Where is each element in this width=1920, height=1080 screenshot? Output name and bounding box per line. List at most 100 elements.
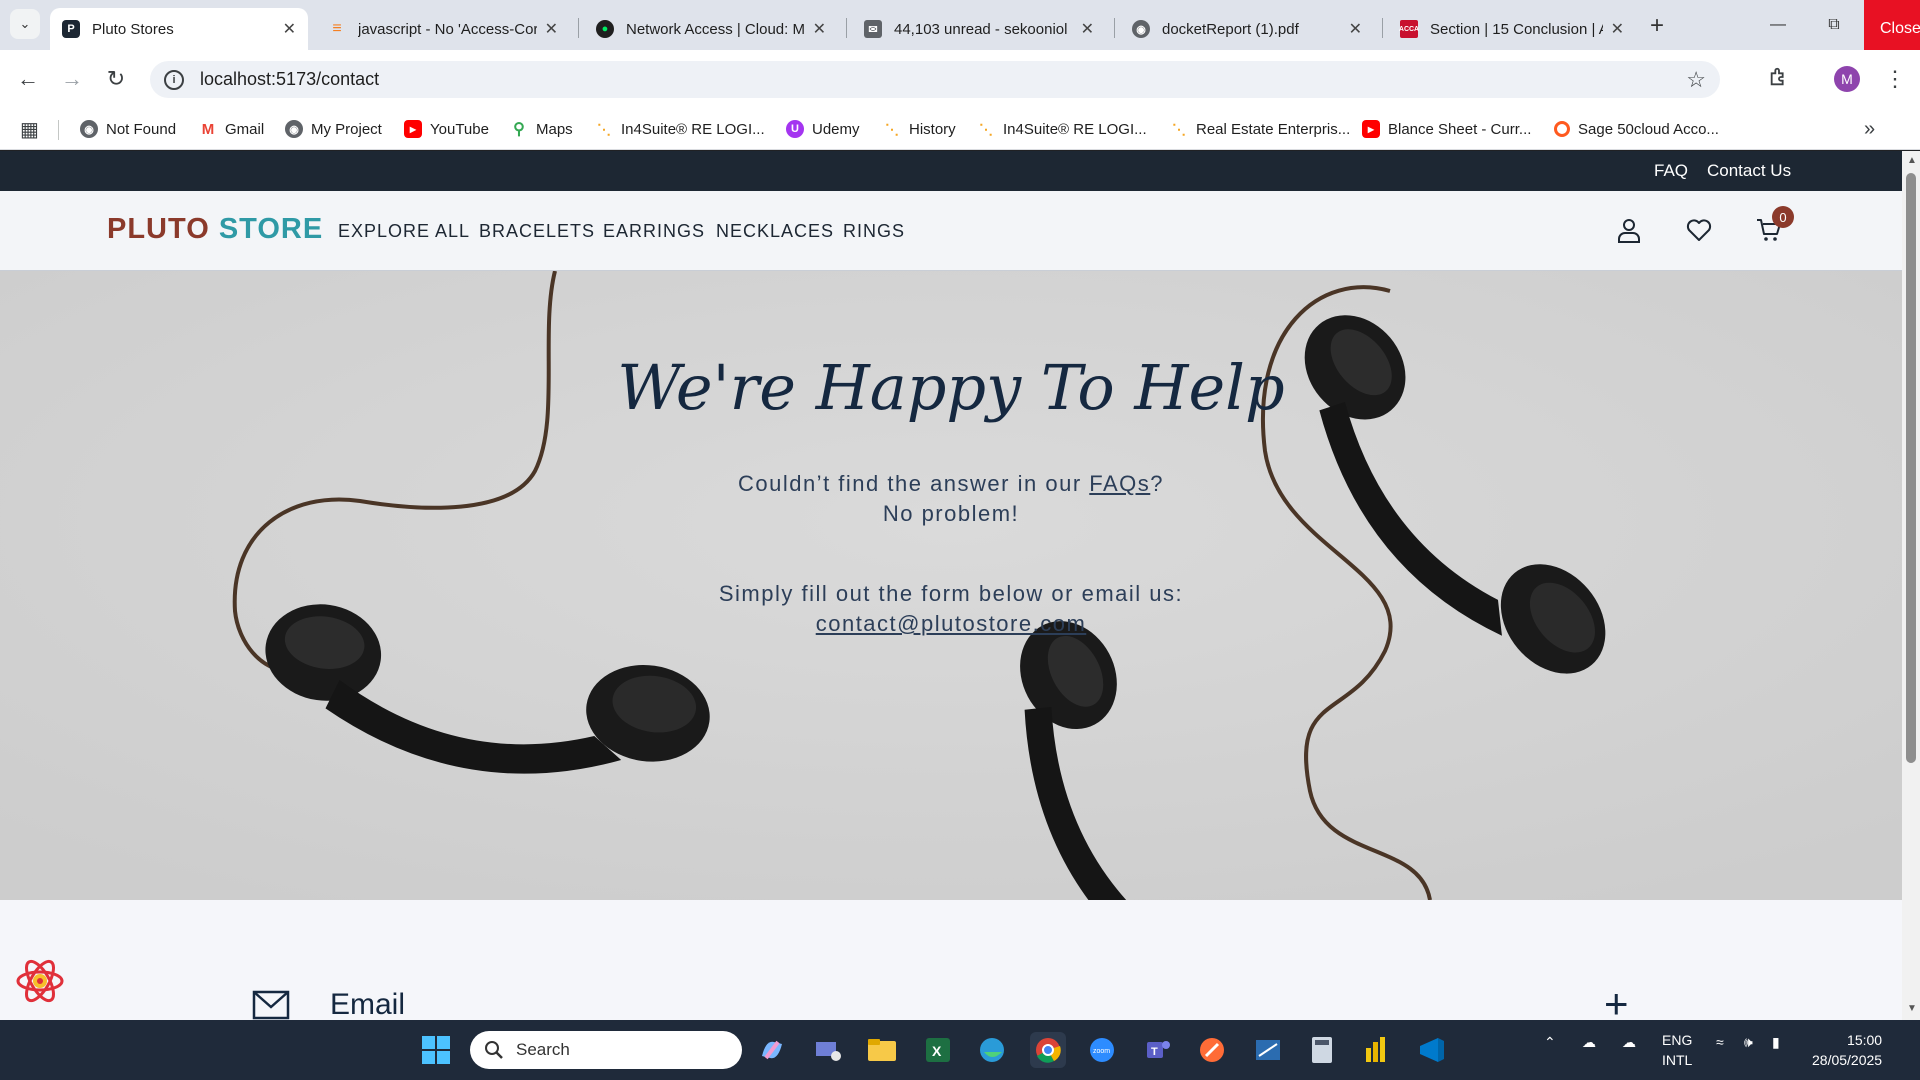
- bookmark-item[interactable]: ⋱ In4Suite® RE LOGI...: [595, 116, 765, 142]
- tab-docket-pdf[interactable]: ◉ docketReport (1).pdf ✕: [1120, 8, 1374, 50]
- tab-mongodb[interactable]: ● Network Access | Cloud: M ✕: [584, 8, 838, 50]
- minimize-button[interactable]: —: [1750, 0, 1806, 50]
- hero-title: We're Happy To Help: [617, 351, 1285, 424]
- postman-icon[interactable]: [1194, 1032, 1230, 1068]
- site-logo[interactable]: PLUTO STORE: [107, 213, 323, 246]
- onedrive-icon[interactable]: ☁: [1582, 1034, 1596, 1051]
- bookmark-item[interactable]: ◉ My Project: [285, 116, 382, 142]
- bookmark-item[interactable]: ◉ Not Found: [80, 116, 176, 142]
- close-icon[interactable]: ✕: [545, 19, 558, 39]
- url-text[interactable]: localhost:5173/contact: [200, 69, 379, 90]
- teams-meet-icon[interactable]: [810, 1032, 846, 1068]
- vscode-icon[interactable]: [1414, 1032, 1450, 1068]
- tab-stackoverflow[interactable]: ≡ javascript - No 'Access-Cor ✕: [316, 8, 570, 50]
- tab-pluto-stores[interactable]: P Pluto Stores ✕: [50, 8, 308, 50]
- bookmark-item[interactable]: ▶ Blance Sheet - Curr...: [1362, 116, 1531, 142]
- sage-icon: [1554, 121, 1570, 137]
- globe-icon: ◉: [80, 120, 98, 138]
- close-icon[interactable]: ✕: [813, 19, 826, 39]
- bookmark-label: In4Suite® RE LOGI...: [621, 120, 765, 138]
- user-icon[interactable]: [1614, 215, 1644, 245]
- wifi-icon[interactable]: ≈: [1716, 1034, 1724, 1050]
- calculator-icon[interactable]: [1304, 1032, 1340, 1068]
- show-hidden-icons-chevron-icon[interactable]: ⌃: [1544, 1034, 1556, 1051]
- system-clock[interactable]: 15:00 28/05/2025: [1812, 1030, 1882, 1070]
- close-icon[interactable]: ✕: [1349, 19, 1362, 39]
- address-bar[interactable]: i localhost:5173/contact ☆: [150, 61, 1720, 98]
- close-icon[interactable]: ✕: [1081, 19, 1094, 39]
- edge-icon[interactable]: [974, 1032, 1010, 1068]
- restore-button[interactable]: ⧉: [1806, 0, 1862, 50]
- bookmark-item[interactable]: ⋱ In4Suite® RE LOGI...: [977, 116, 1147, 142]
- nav-rings[interactable]: RINGS: [843, 221, 905, 242]
- faq-link[interactable]: FAQ: [1654, 161, 1688, 181]
- scroll-up-arrow-icon[interactable]: ▲: [1907, 155, 1917, 166]
- faq-inline-link[interactable]: FAQs: [1089, 471, 1150, 496]
- powerbi-icon[interactable]: [1358, 1032, 1394, 1068]
- email-accordion-label[interactable]: Email: [330, 988, 405, 1020]
- bookmark-star-icon[interactable]: ☆: [1686, 67, 1706, 93]
- expand-plus-icon[interactable]: +: [1604, 980, 1629, 1020]
- copilot-icon[interactable]: [754, 1032, 790, 1068]
- hero-email-line: contact@plutostore.com: [0, 611, 1902, 637]
- battery-icon[interactable]: ▮: [1772, 1034, 1780, 1051]
- bookmark-item[interactable]: ⋱ Real Estate Enterpris...: [1170, 116, 1350, 142]
- file-explorer-icon[interactable]: [864, 1032, 900, 1068]
- teams-icon[interactable]: T: [1140, 1032, 1176, 1068]
- chart-sparkle-icon: ⋱: [597, 120, 611, 137]
- bookmark-item[interactable]: U Udemy: [786, 116, 860, 142]
- contact-us-link[interactable]: Contact Us: [1707, 161, 1791, 181]
- site-info-icon[interactable]: i: [164, 69, 184, 90]
- ssms-icon[interactable]: [1250, 1032, 1286, 1068]
- tab-title: javascript - No 'Access-Cor: [358, 20, 537, 38]
- bookmark-label: Real Estate Enterpris...: [1196, 120, 1351, 138]
- tab-search-button[interactable]: ⌄: [10, 9, 40, 39]
- bookmark-item[interactable]: Sage 50cloud Acco...: [1554, 116, 1719, 142]
- react-devtools-icon[interactable]: [14, 955, 66, 1007]
- cloud-sync-icon[interactable]: ☁: [1622, 1034, 1636, 1051]
- new-tab-button[interactable]: +: [1650, 12, 1664, 40]
- close-icon[interactable]: ✕: [283, 19, 296, 39]
- bookmark-label: Udemy: [812, 120, 860, 138]
- tab-acca[interactable]: ACCA Section | 15 Conclusion | A ✕: [1388, 8, 1636, 50]
- excel-icon[interactable]: X: [920, 1032, 956, 1068]
- language-indicator[interactable]: ENG INTL: [1662, 1030, 1692, 1070]
- arrow-right-icon: →: [61, 66, 83, 91]
- nav-bracelets[interactable]: BRACELETS: [479, 221, 595, 242]
- window-close-button[interactable]: Close: [1864, 0, 1920, 50]
- forward-button[interactable]: →: [56, 63, 88, 95]
- more-bookmarks-button[interactable]: »: [1864, 116, 1875, 142]
- search-icon: [485, 1041, 503, 1059]
- logo-part-2: STORE: [218, 213, 324, 245]
- bookmark-item[interactable]: ⋱ History: [883, 116, 956, 142]
- apps-grid-button[interactable]: ▦: [20, 116, 39, 142]
- scroll-down-arrow-icon[interactable]: ▼: [1907, 1003, 1917, 1014]
- close-icon[interactable]: ✕: [1611, 19, 1624, 39]
- tab-divider: [1382, 18, 1383, 38]
- chrome-icon[interactable]: [1030, 1032, 1066, 1068]
- youtube-icon: ▶: [1362, 120, 1380, 138]
- page-scrollbar[interactable]: ▲ ▼: [1902, 151, 1920, 1020]
- windows-start-icon[interactable]: [418, 1032, 454, 1068]
- tab-mail[interactable]: ✉ 44,103 unread - sekooniol ✕: [852, 8, 1106, 50]
- menu-kebab-icon[interactable]: ⋮: [1884, 66, 1906, 92]
- nav-necklaces[interactable]: NECKLACES: [716, 221, 834, 242]
- hero-line-no-problem: No problem!: [882, 501, 1020, 526]
- zoom-icon[interactable]: zoom: [1084, 1032, 1120, 1068]
- extensions-icon[interactable]: [1768, 66, 1790, 94]
- scrollbar-thumb[interactable]: [1906, 173, 1916, 763]
- nav-explore-all[interactable]: EXPLORE ALL: [338, 221, 470, 242]
- heart-icon[interactable]: [1684, 215, 1714, 245]
- chevron-down-icon: ⌄: [19, 16, 31, 31]
- bookmark-item[interactable]: ⚲ Maps: [510, 116, 573, 142]
- gmail-icon: M: [201, 120, 215, 138]
- nav-earrings[interactable]: EARRINGS: [603, 221, 705, 242]
- volume-icon[interactable]: 🕪: [1744, 1034, 1753, 1051]
- bookmark-item[interactable]: M Gmail: [199, 116, 264, 142]
- taskbar-search-box[interactable]: Search: [470, 1031, 742, 1069]
- reload-button[interactable]: ↻: [100, 63, 132, 95]
- contact-email-link[interactable]: contact@plutostore.com: [816, 611, 1087, 636]
- profile-avatar[interactable]: M: [1834, 66, 1860, 92]
- bookmark-item[interactable]: ▶ YouTube: [404, 116, 489, 142]
- back-button[interactable]: ←: [12, 63, 44, 95]
